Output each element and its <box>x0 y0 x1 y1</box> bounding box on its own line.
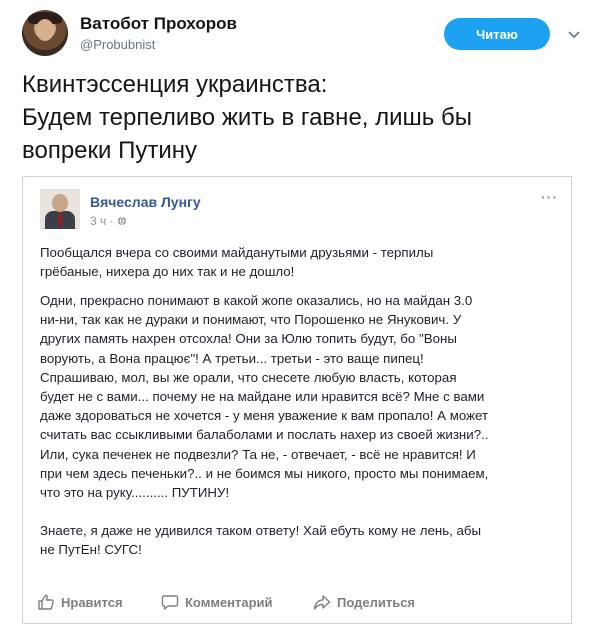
tweet-text-line: Будем терпеливо жить в гавне, лишь бы <box>22 104 472 131</box>
comment-button[interactable]: Комментарий <box>161 593 273 611</box>
fb-post-time: 3 ч · <box>90 214 114 228</box>
chevron-down-icon[interactable] <box>566 26 582 42</box>
like-icon <box>38 594 54 610</box>
comment-icon <box>161 595 179 610</box>
fb-post-line: считать вас ссыкливыми балаболами и посл… <box>40 427 489 443</box>
comment-label: Комментарий <box>185 594 273 610</box>
tweet-text-line: вопреки Путину <box>22 137 197 164</box>
fb-post-line: будет не с вами... почему не на майдане … <box>40 389 485 405</box>
share-icon <box>313 595 331 610</box>
globe-icon <box>117 216 126 226</box>
more-icon: ··· <box>541 189 558 205</box>
fb-post-line: других память нахрен отсохла! Они за Юлю… <box>40 331 457 347</box>
fb-post-line: при чем здесь печеньки?.. и не боимся мы… <box>40 465 489 481</box>
follow-button[interactable]: Читаю <box>444 18 550 50</box>
fb-action-bar: Нравится Комментарий Поделиться <box>23 587 571 617</box>
share-label: Поделиться <box>337 594 416 610</box>
share-button[interactable]: Поделиться <box>313 593 415 611</box>
author-avatar[interactable] <box>22 10 68 56</box>
fb-post-paragraph: Пообщался вчера со своими майданутыми др… <box>40 243 558 281</box>
tweet-text: Квинтэссенция украинства: Будем терпелив… <box>22 68 582 167</box>
fb-post-paragraph: Одни, прекрасно понимают в какой жопе ок… <box>40 291 558 502</box>
author-handle[interactable]: @Probubnist <box>80 37 155 52</box>
fb-post-line: Одни, прекрасно понимают в какой жопе ок… <box>40 293 473 308</box>
fb-post-line: ни-ни, так как не дураки и понимают, что… <box>40 312 462 328</box>
fb-post-line: что это на руку.......... ПУТИНУ! <box>40 485 230 501</box>
fb-post-line: ворують, а Вона працює"! А третьи... тре… <box>40 350 424 366</box>
fb-post-line: Знаете, я даже не удивился таком ответу!… <box>40 523 482 538</box>
tweet-text-line: Квинтэссенция украинства: <box>22 71 328 98</box>
fb-post-line: Пообщался вчера со своими майданутыми др… <box>40 245 434 260</box>
fb-author-name: Вячеслав Лунгу <box>90 194 201 210</box>
fb-post-line: Спрашиваю, мол, вы же орали, что снесете… <box>40 369 457 385</box>
author-name[interactable]: Ватобот Прохоров <box>80 14 237 34</box>
fb-post-line: грёбаные, нихера до них так и не дошло! <box>40 264 295 280</box>
like-button[interactable]: Нравится <box>37 593 123 611</box>
fb-author-avatar <box>40 189 80 229</box>
fb-post-meta: 3 ч · <box>90 214 127 228</box>
tweet-header: Ватобот Прохоров @Probubnist Читаю <box>22 10 582 58</box>
like-label: Нравится <box>61 594 123 610</box>
fb-post-line: даже здороваться не хочется - у меня ува… <box>40 408 489 424</box>
fb-post-paragraph: Знаете, я даже не удивился таком ответу!… <box>40 521 558 559</box>
fb-post-line: не ПутЕн! СУГС! <box>40 542 142 558</box>
facebook-post-screenshot[interactable]: Вячеслав Лунгу 3 ч · ··· Пообщался вчера… <box>22 176 572 624</box>
fb-post-line: Или, сука печенек не подвезли? Та не, - … <box>40 446 476 462</box>
